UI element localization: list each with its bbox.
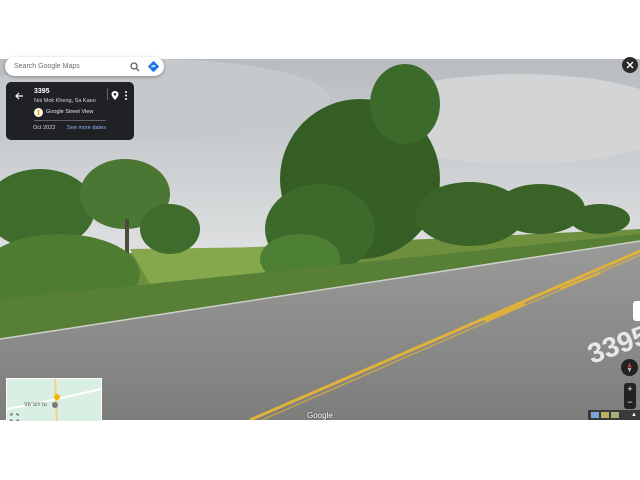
location-info-card: 3395 Noi Mok Kheng, Sa Kaeo Google Stree… <box>6 82 134 140</box>
expand-icon[interactable] <box>10 409 19 421</box>
capture-date: Oct 2023 <box>33 125 56 131</box>
close-icon <box>626 61 634 69</box>
close-button[interactable] <box>622 57 638 73</box>
zoom-in-button[interactable]: + <box>624 383 636 396</box>
search-icon[interactable] <box>128 60 142 74</box>
thumbnail[interactable] <box>611 412 619 418</box>
search-bar[interactable]: Search Google Maps <box>5 57 164 76</box>
zoom-control: + − <box>624 383 636 409</box>
minimap[interactable]: ปลายราบ <box>6 378 102 422</box>
thumbnail[interactable] <box>601 412 609 418</box>
minimap-roads <box>7 379 101 421</box>
location-subtitle: Noi Mok Kheng, Sa Kaeo <box>34 98 96 104</box>
directions-icon[interactable] <box>146 60 160 74</box>
thumbnail[interactable] <box>591 412 599 418</box>
divider <box>107 88 108 100</box>
photo-strip[interactable]: ▲ <box>588 410 640 420</box>
side-panel-tab[interactable] <box>633 301 640 321</box>
pegman-icon <box>54 394 60 400</box>
source-label: Google Street View <box>46 109 94 115</box>
back-arrow-icon[interactable] <box>13 89 25 101</box>
zoom-out-button[interactable]: − <box>624 396 636 409</box>
chevron-up-icon[interactable]: ▲ <box>631 412 637 418</box>
search-input[interactable]: Search Google Maps <box>14 63 128 70</box>
compass-icon[interactable] <box>621 359 638 376</box>
more-vert-icon[interactable] <box>123 88 129 100</box>
location-pin-icon[interactable] <box>110 88 120 100</box>
google-watermark: Google <box>307 411 333 420</box>
location-title: 3395 <box>34 88 50 95</box>
divider <box>34 120 106 121</box>
see-more-dates-link[interactable]: See more dates <box>67 125 106 131</box>
street-view-logo-icon <box>34 108 43 117</box>
minimap-place-label: ปลายราบ <box>24 402 47 408</box>
